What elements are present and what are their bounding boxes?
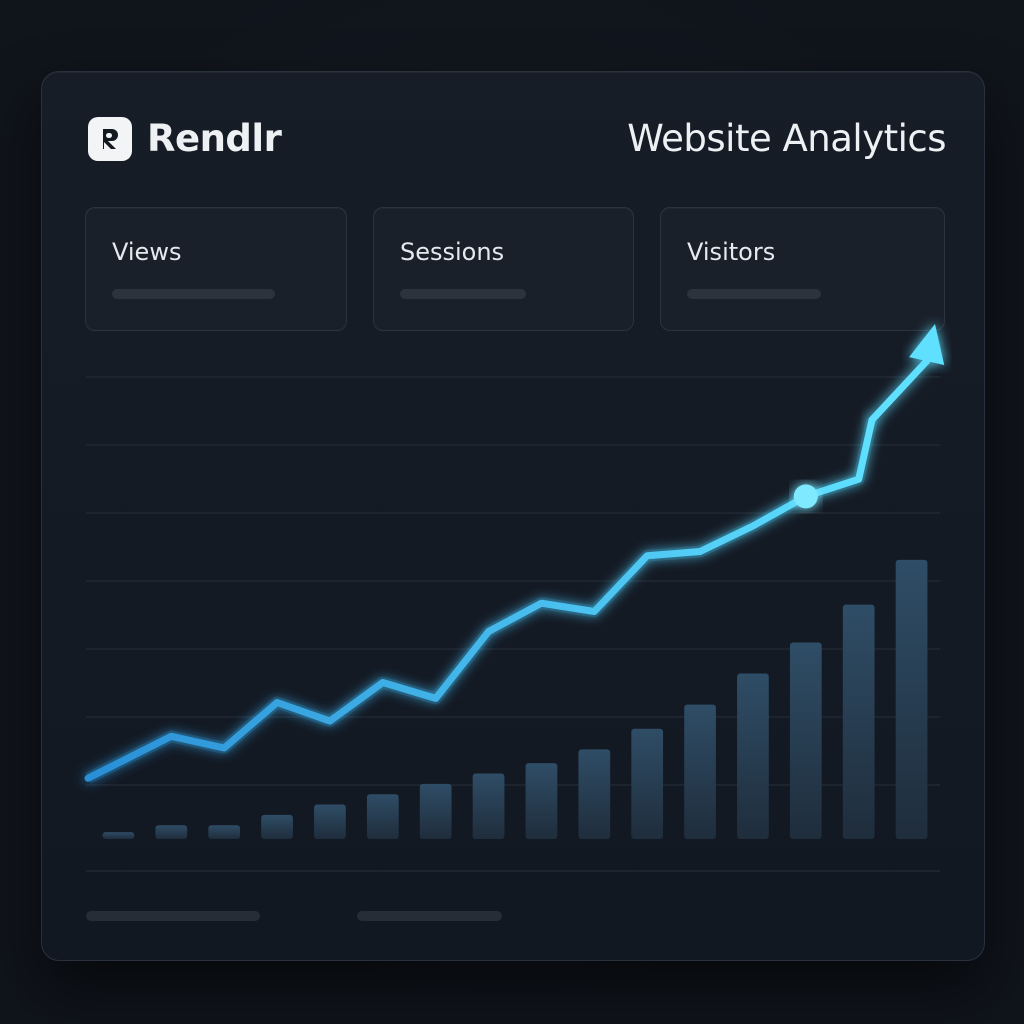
bar: [102, 832, 135, 839]
analytics-card: Rendlr Website Analytics Views Sessions …: [41, 71, 985, 961]
trend-chart: [84, 324, 945, 872]
point-layer: [793, 484, 818, 509]
bar: [419, 783, 452, 839]
footer-placeholder-left: [86, 911, 260, 921]
bar: [842, 604, 875, 839]
arrow-up-right-icon: [909, 324, 945, 366]
bar: [525, 763, 558, 839]
bar: [631, 728, 664, 839]
arrow-shaft: [868, 357, 931, 424]
page: Rendlr Website Analytics Views Sessions …: [0, 0, 1024, 1024]
bar: [261, 814, 293, 839]
bar: [472, 773, 505, 839]
bar: [684, 704, 716, 839]
bar: [208, 825, 241, 839]
bar-series: [102, 559, 928, 839]
bar: [789, 642, 822, 839]
bar: [578, 749, 611, 839]
bar: [737, 673, 769, 839]
highlight-point[interactable]: [793, 484, 818, 509]
bar: [366, 794, 399, 839]
bar: [314, 804, 346, 839]
bar: [895, 559, 928, 839]
footer-placeholder-right: [357, 911, 502, 921]
bar: [155, 825, 188, 839]
